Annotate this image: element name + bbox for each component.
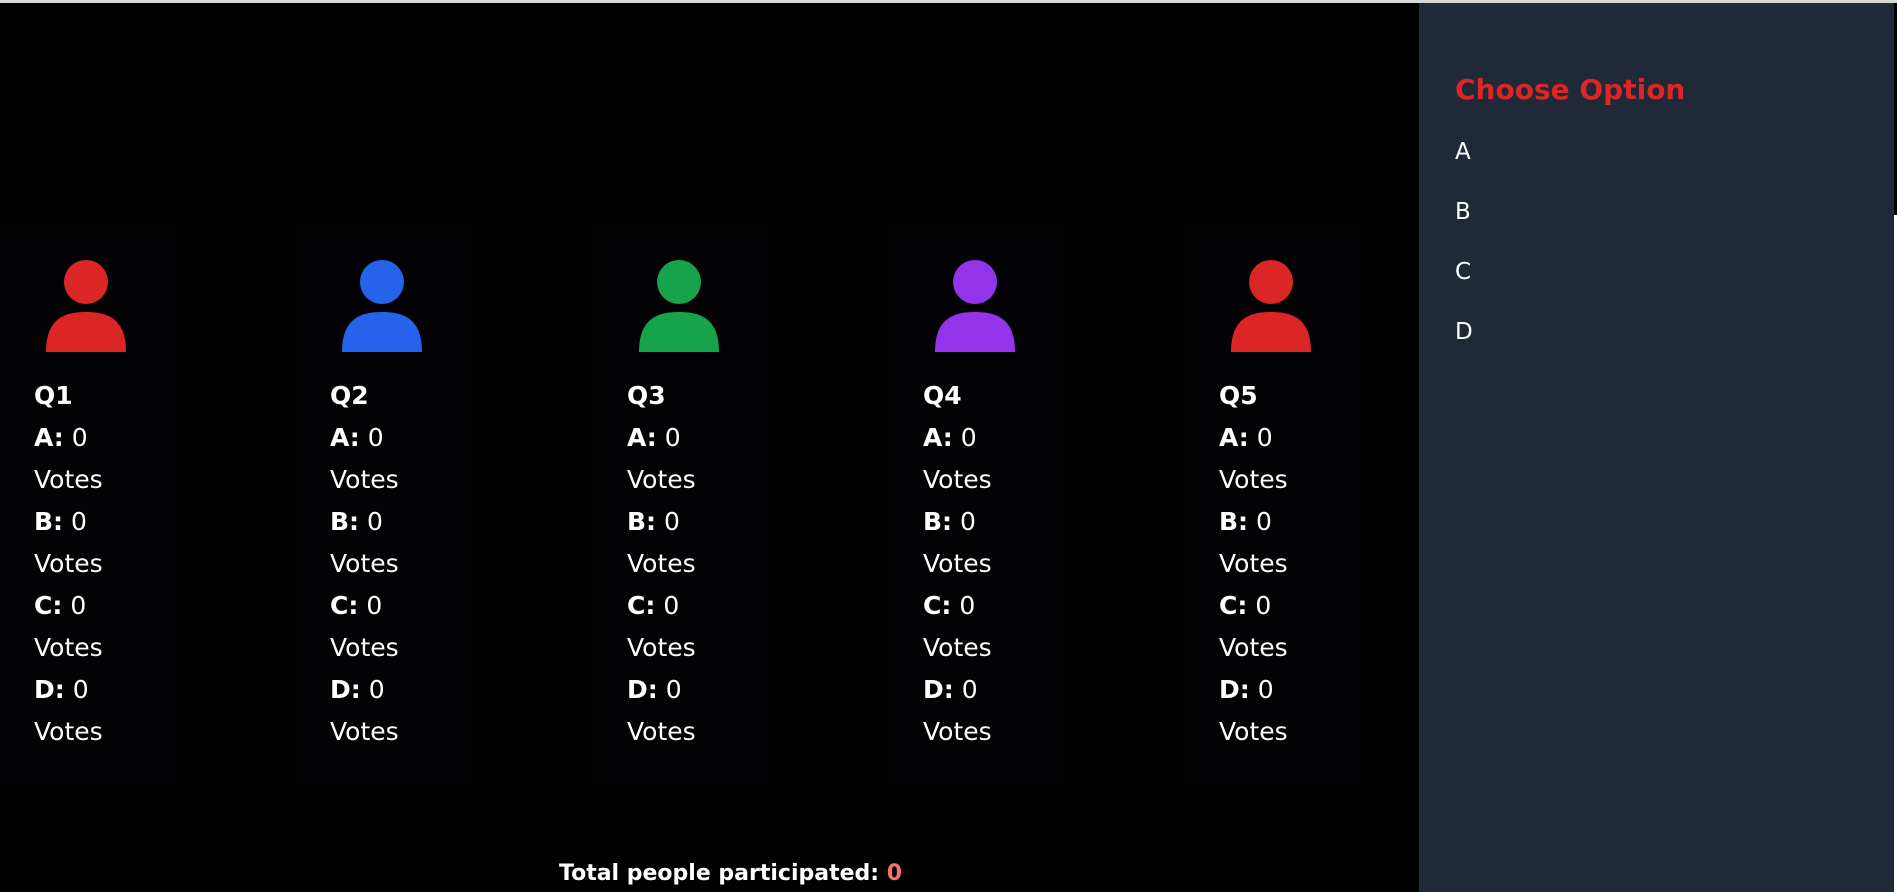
total-count: 0 bbox=[886, 861, 903, 886]
user-icon bbox=[45, 260, 127, 352]
option-a-votes: A: 0 bbox=[34, 423, 88, 452]
option-b-votes: B: 0 bbox=[34, 507, 87, 536]
user-icon bbox=[1230, 260, 1312, 352]
option-d-votes: D: 0 bbox=[330, 675, 385, 704]
question-title: Q5 bbox=[1219, 381, 1258, 410]
option-b-votes: B: 0 bbox=[627, 507, 680, 536]
poll-results-area: Q1 A: 0 Votes B: 0 Votes C: 0 Votes D: 0… bbox=[0, 3, 1419, 892]
option-c-votes: C: 0 bbox=[34, 591, 87, 620]
user-icon bbox=[934, 260, 1016, 352]
question-title: Q3 bbox=[627, 381, 666, 410]
option-a-votes: A: 0 bbox=[923, 423, 977, 452]
option-b-votes: B: 0 bbox=[1219, 507, 1272, 536]
question-title: Q2 bbox=[330, 381, 369, 410]
question-card-q4: Q4 A: 0 Votes B: 0 Votes C: 0 Votes D: 0… bbox=[889, 225, 1064, 785]
page: Q1 A: 0 Votes B: 0 Votes C: 0 Votes D: 0… bbox=[0, 0, 1897, 892]
question-card-q1: Q1 A: 0 Votes B: 0 Votes C: 0 Votes D: 0… bbox=[0, 225, 175, 785]
option-a[interactable]: A bbox=[1455, 139, 1471, 165]
option-b-votes: B: 0 bbox=[923, 507, 976, 536]
question-title: Q1 bbox=[34, 381, 73, 410]
option-a-votes: A: 0 bbox=[330, 423, 384, 452]
option-sidebar: Choose Option A B C D bbox=[1419, 3, 1894, 892]
option-a-votes: A: 0 bbox=[627, 423, 681, 452]
option-d[interactable]: D bbox=[1455, 319, 1473, 345]
option-b[interactable]: B bbox=[1455, 199, 1471, 225]
option-d-votes: D: 0 bbox=[923, 675, 978, 704]
option-d-votes: D: 0 bbox=[627, 675, 682, 704]
question-card-q5: Q5 A: 0 Votes B: 0 Votes C: 0 Votes D: 0… bbox=[1185, 225, 1360, 785]
total-participants: Total people participated: 0 bbox=[559, 861, 902, 886]
user-icon bbox=[638, 260, 720, 352]
user-icon bbox=[341, 260, 423, 352]
question-card-q3: Q3 A: 0 Votes B: 0 Votes C: 0 Votes D: 0… bbox=[593, 225, 768, 785]
option-d-votes: D: 0 bbox=[1219, 675, 1274, 704]
option-c-votes: C: 0 bbox=[1219, 591, 1272, 620]
option-c[interactable]: C bbox=[1455, 259, 1471, 285]
option-c-votes: C: 0 bbox=[627, 591, 680, 620]
option-d-votes: D: 0 bbox=[34, 675, 89, 704]
option-a-votes: A: 0 bbox=[1219, 423, 1273, 452]
option-c-votes: C: 0 bbox=[330, 591, 383, 620]
sidebar-title: Choose Option bbox=[1455, 73, 1686, 106]
question-title: Q4 bbox=[923, 381, 962, 410]
question-card-q2: Q2 A: 0 Votes B: 0 Votes C: 0 Votes D: 0… bbox=[296, 225, 471, 785]
option-c-votes: C: 0 bbox=[923, 591, 976, 620]
question-cards: Q1 A: 0 Votes B: 0 Votes C: 0 Votes D: 0… bbox=[0, 225, 1419, 785]
total-label: Total people participated: bbox=[559, 861, 880, 886]
option-b-votes: B: 0 bbox=[330, 507, 383, 536]
